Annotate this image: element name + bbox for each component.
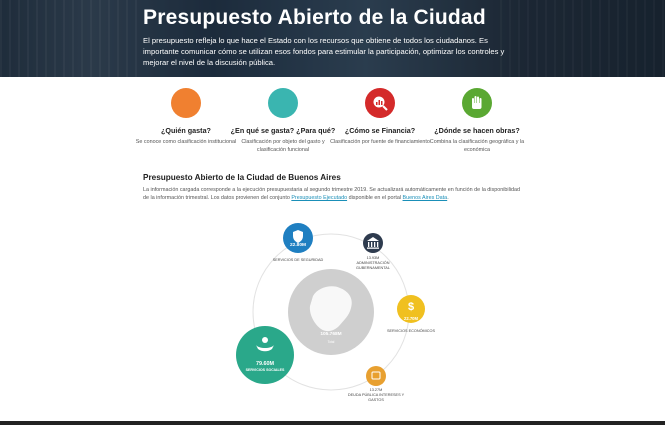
node-label: Deuda Pública Intereses y Gastos — [347, 393, 405, 402]
node-value: 22.70M — [404, 316, 418, 321]
node-label: Servicios Económicos — [386, 329, 436, 333]
node-deuda-publica[interactable] — [366, 366, 386, 386]
center-total-value: 105.768M — [320, 332, 342, 337]
dollar-icon: $ — [408, 301, 414, 313]
footer-bar — [0, 421, 665, 425]
node-label: Servicios de Seguridad — [272, 258, 324, 262]
node-value: 79.60M — [256, 361, 274, 367]
node-administracion-gubernamental[interactable] — [363, 233, 383, 253]
budget-bubble-chart: $ — [236, 223, 425, 391]
center-total-unit: Total — [327, 340, 335, 344]
node-label: Servicios Sociales — [245, 368, 285, 372]
node-value: 22.80M — [290, 243, 306, 248]
node-label: Administración Gubernamental — [356, 261, 390, 270]
node-servicios-sociales[interactable] — [236, 326, 294, 384]
